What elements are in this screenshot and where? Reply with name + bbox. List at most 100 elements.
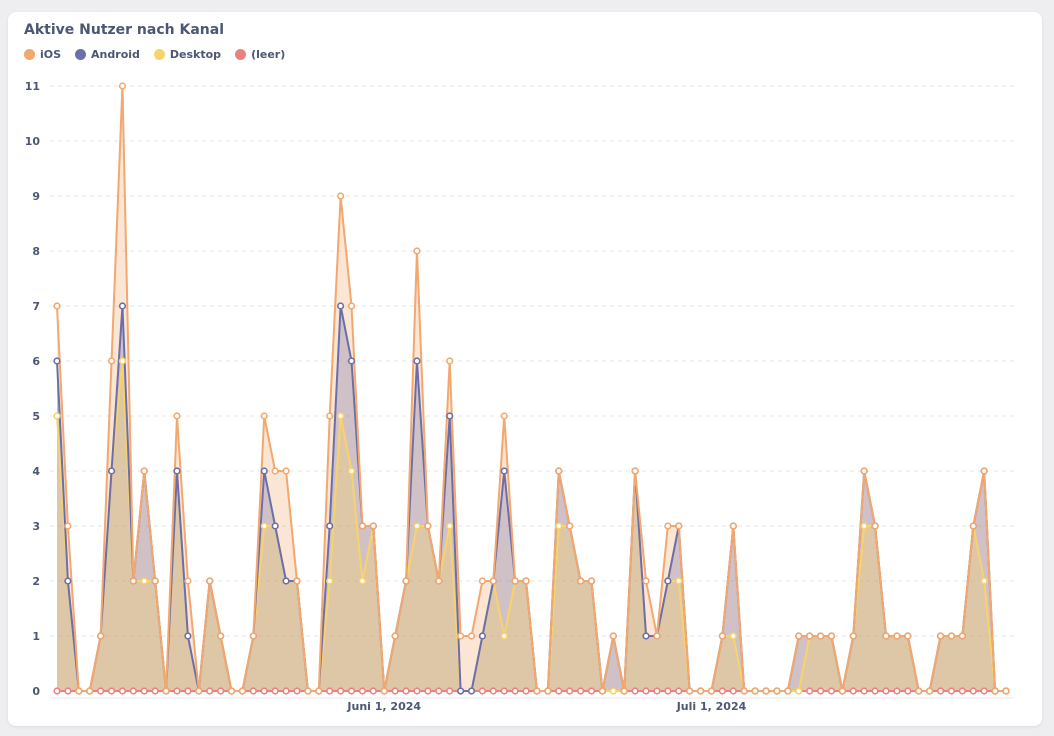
point-ios-51	[609, 632, 617, 640]
point-leer-4	[97, 687, 105, 695]
point-leer-28	[358, 687, 367, 695]
point-desktop-41	[500, 632, 508, 640]
point-desktop-27	[347, 467, 356, 475]
point-ios-83	[958, 632, 966, 640]
point-ios-46	[555, 467, 563, 475]
point-ios-56	[664, 522, 672, 530]
point-leer-40	[489, 687, 497, 695]
point-android-41	[500, 467, 508, 475]
point-desktop-85	[980, 577, 988, 585]
point-desktop-28	[358, 577, 367, 585]
point-ios-39	[478, 577, 487, 585]
point-android-33	[413, 357, 421, 365]
point-ios-73	[849, 632, 857, 640]
point-ios-52	[620, 687, 628, 695]
point-leer-0	[53, 687, 61, 695]
point-leer-49	[587, 687, 596, 695]
point-android-11	[173, 467, 181, 475]
point-desktop-0	[53, 412, 61, 420]
point-ios-29	[369, 522, 377, 530]
point-ios-7	[129, 577, 137, 585]
point-leer-76	[882, 687, 890, 695]
point-ios-21	[282, 467, 290, 475]
x-tick-label-1: Juli 1, 2024	[676, 700, 747, 713]
point-ios-5	[107, 357, 116, 365]
point-android-36	[446, 412, 454, 420]
point-ios-60	[707, 687, 716, 695]
point-leer-75	[871, 687, 879, 695]
point-desktop-51	[609, 687, 617, 695]
point-ios-68	[795, 632, 803, 640]
point-desktop-57	[675, 577, 683, 585]
point-leer-71	[827, 687, 836, 695]
point-leer-56	[664, 687, 672, 695]
point-android-20	[271, 522, 279, 530]
point-ios-87	[1002, 687, 1010, 695]
y-tick-label-4: 4	[32, 465, 40, 478]
y-tick-label-11: 11	[25, 80, 40, 93]
point-leer-82	[947, 687, 956, 695]
point-leer-48	[576, 687, 585, 695]
point-ios-20	[271, 467, 279, 475]
point-leer-55	[653, 687, 661, 695]
point-ios-49	[587, 577, 596, 585]
point-desktop-6	[118, 357, 127, 365]
point-ios-80	[926, 687, 934, 695]
point-ios-19	[260, 412, 268, 420]
point-desktop-25	[326, 577, 334, 585]
point-ios-4	[97, 632, 105, 640]
point-ios-78	[904, 632, 912, 640]
point-ios-44	[533, 687, 541, 695]
point-leer-18	[249, 687, 257, 695]
point-ios-74	[860, 467, 868, 475]
point-ios-22	[293, 577, 301, 585]
point-ios-30	[380, 687, 388, 695]
point-leer-25	[326, 687, 334, 695]
point-ios-13	[195, 687, 203, 695]
point-ios-2	[75, 687, 83, 695]
point-leer-62	[729, 687, 737, 695]
point-ios-12	[184, 577, 192, 585]
point-desktop-19	[260, 522, 268, 530]
point-leer-70	[816, 687, 825, 695]
point-leer-12	[184, 687, 192, 695]
point-ios-77	[893, 632, 901, 640]
point-ios-11	[173, 412, 181, 420]
y-tick-label-2: 2	[32, 575, 40, 588]
point-leer-27	[347, 687, 356, 695]
point-ios-55	[653, 632, 661, 640]
area-chart: 0 1 2 3 4 5 6 7 8 9 10 11 Juni 1, 2024 Juli 1, 2024	[25, 80, 1014, 713]
point-leer-77	[893, 687, 901, 695]
y-tick-label-5: 5	[32, 410, 40, 423]
point-ios-84	[969, 522, 977, 530]
y-tick-label-1: 1	[32, 630, 40, 643]
point-leer-54	[642, 687, 650, 695]
point-ios-38	[467, 632, 476, 640]
point-desktop-74	[860, 522, 868, 530]
point-leer-26	[337, 687, 345, 695]
point-ios-6	[118, 82, 127, 90]
point-ios-45	[544, 687, 552, 695]
point-ios-23	[304, 687, 312, 695]
point-leer-8	[140, 687, 148, 695]
point-ios-10	[162, 687, 170, 695]
point-ios-71	[827, 632, 836, 640]
point-android-12	[184, 632, 192, 640]
point-leer-19	[260, 687, 268, 695]
point-ios-34	[424, 522, 432, 530]
point-leer-5	[107, 687, 116, 695]
point-ios-58	[686, 687, 694, 695]
point-ios-9	[151, 577, 159, 585]
point-ios-66	[773, 687, 781, 695]
point-android-0	[53, 357, 61, 365]
point-ios-26	[337, 192, 345, 200]
point-android-26	[337, 302, 345, 310]
point-android-37	[456, 687, 465, 695]
point-ios-79	[915, 687, 923, 695]
point-leer-32	[402, 687, 410, 695]
point-ios-33	[413, 247, 421, 255]
point-android-27	[347, 357, 356, 365]
point-leer-41	[500, 687, 508, 695]
point-ios-15	[217, 632, 225, 640]
point-android-25	[326, 522, 334, 530]
